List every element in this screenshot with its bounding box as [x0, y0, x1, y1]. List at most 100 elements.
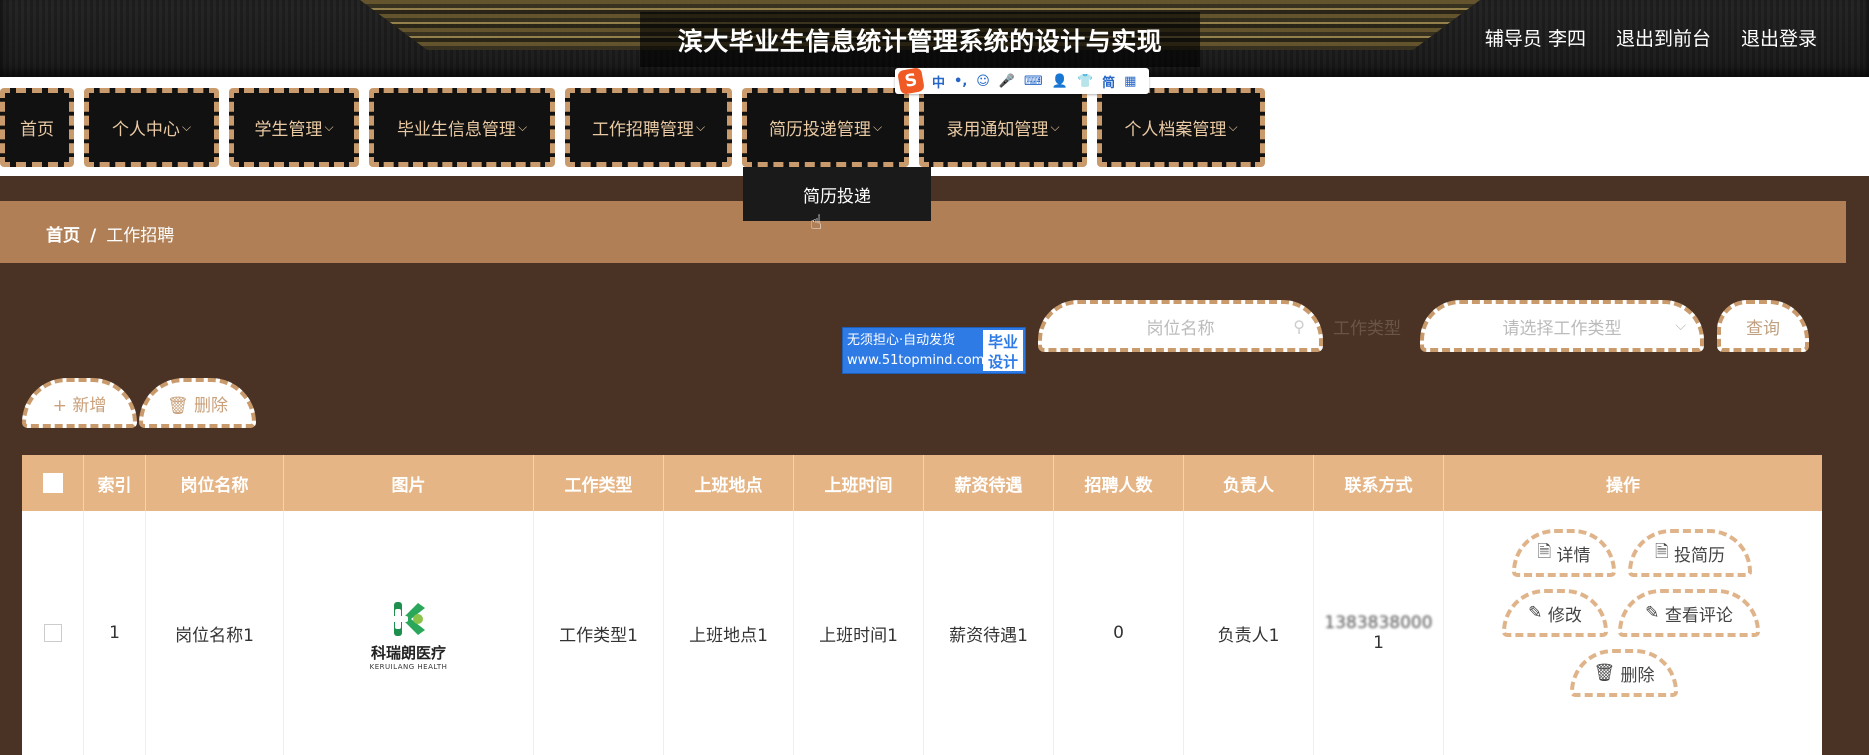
detail-button[interactable]: 🗎 详情: [1512, 529, 1616, 577]
dropdown-item-resume-delivery[interactable]: 简历投递: [743, 167, 931, 221]
col-salary: 薪资待遇: [924, 455, 1054, 511]
detail-label: 详情: [1556, 545, 1591, 566]
position-name-placeholder: 岗位名称: [1146, 318, 1215, 339]
position-name-search-input[interactable]: 岗位名称 ⚲: [1038, 300, 1323, 352]
contact-phone-cont: 1: [1373, 633, 1384, 653]
chevron-down-icon: ⌵: [695, 120, 706, 134]
trash-icon: 🗑: [1593, 663, 1621, 683]
breadcrumb-current: 工作招聘: [106, 226, 175, 246]
ime-keyboard-icon[interactable]: ⌨: [1024, 74, 1043, 89]
main-nav: 首页 个人中心 ⌵ 学生管理 ⌵ 毕业生信息管理 ⌵ 工作招聘管理 ⌵ 简历投递管理 ⌵ …: [0, 88, 1275, 167]
nav-label: 学生管理: [254, 120, 323, 140]
header-links: 辅导员 李四 退出到前台 退出登录: [1485, 24, 1817, 51]
back-to-front-link[interactable]: 退出到前台: [1616, 24, 1711, 51]
batch-delete-button[interactable]: 🗑 删除: [139, 378, 256, 428]
nav-item-home[interactable]: 首页: [0, 88, 74, 167]
col-manager: 负责人: [1184, 455, 1314, 511]
breadcrumb: 首页 / 工作招聘: [46, 221, 174, 246]
col-image: 图片: [284, 455, 534, 511]
nav-item-graduates[interactable]: 毕业生信息管理 ⌵: [369, 88, 555, 167]
ime-grid-icon[interactable]: ▦: [1124, 74, 1136, 89]
chevron-down-icon: ⌵: [181, 120, 192, 134]
ad-text: 无须担心·自动发货 www.51topmind.com: [843, 328, 985, 373]
nav-item-offer-notice[interactable]: 录用通知管理 ⌵: [919, 88, 1087, 167]
ime-simplified-icon[interactable]: 简: [1102, 72, 1115, 91]
kerui-logo-icon: [388, 601, 426, 636]
cell-headcount: 0: [1054, 511, 1184, 755]
ime-emoji-icon[interactable]: ☺: [976, 74, 990, 89]
edit-button[interactable]: ✎ 修改: [1502, 589, 1608, 637]
ime-skin-icon[interactable]: 👕: [1077, 74, 1093, 89]
job-type-label: 工作类型: [1333, 319, 1401, 339]
cell-job-type: 工作类型1: [534, 511, 664, 755]
col-index: 索引: [84, 455, 146, 511]
hand-cursor-icon: ☝: [810, 210, 823, 234]
delete-row-button[interactable]: 🗑 删除: [1570, 649, 1678, 697]
logout-link[interactable]: 退出登录: [1741, 24, 1817, 51]
ad-tag-line-1: 毕业: [987, 333, 1018, 351]
cell-manager: 负责人1: [1184, 511, 1314, 755]
submit-resume-button[interactable]: 🗎 投简历: [1628, 529, 1752, 577]
cell-operations: 🗎 详情 🗎 投简历 ✎ 修改 ✎ 查看评论 🗑 删除: [1444, 511, 1802, 755]
row-checkbox[interactable]: [43, 624, 62, 642]
nav-label: 毕业生信息管理: [396, 120, 516, 140]
ime-chinese-mode-icon[interactable]: 中: [932, 72, 945, 91]
ime-punctuation-icon[interactable]: •,: [954, 74, 967, 89]
top-header: 滨大毕业生信息统计管理系统的设计与实现 辅导员 李四 退出到前台 退出登录: [0, 0, 1869, 77]
nav-item-personal-center[interactable]: 个人中心 ⌵: [84, 88, 219, 167]
chevron-down-icon: ⌵: [872, 120, 883, 134]
document-icon: 🗎: [1654, 541, 1675, 562]
cell-time: 上班时间1: [794, 511, 924, 755]
nav-item-students[interactable]: 学生管理 ⌵: [229, 88, 359, 167]
ime-user-icon[interactable]: 👤: [1052, 74, 1068, 89]
cell-location: 上班地点1: [664, 511, 794, 755]
col-time: 上班时间: [794, 455, 924, 511]
logo-text-en: KERUILANG HEALTH: [369, 662, 448, 671]
col-operations: 操作: [1606, 475, 1640, 496]
job-type-select[interactable]: 请选择工作类型 ⌵: [1420, 300, 1704, 352]
nav-item-job-recruitment[interactable]: 工作招聘管理 ⌵: [565, 88, 732, 167]
job-table: 索引 岗位名称 图片 工作类型 上班地点 上班时间 薪资待遇 招聘人数 负责人 …: [22, 455, 1822, 755]
ad-tag-line-2: 设计: [987, 353, 1018, 371]
resume-label: 投简历: [1674, 545, 1726, 566]
query-button[interactable]: 查询: [1717, 300, 1809, 352]
breadcrumb-home[interactable]: 首页: [46, 226, 80, 246]
document-icon: 🗎: [1537, 541, 1557, 562]
nav-label: 录用通知管理: [946, 120, 1049, 140]
table-header: 索引 岗位名称 图片 工作类型 上班地点 上班时间 薪资待遇 招聘人数 负责人 …: [22, 455, 1822, 511]
ime-voice-icon[interactable]: 🎤: [999, 74, 1015, 89]
sogou-logo-icon[interactable]: S: [897, 67, 925, 95]
col-job-type: 工作类型: [534, 455, 664, 511]
delete-label: 删除: [1620, 665, 1655, 686]
nav-label: 简历投递管理: [768, 120, 871, 140]
nav-label: 首页: [20, 120, 54, 140]
col-headcount: 招聘人数: [1054, 455, 1184, 511]
ime-toolbar[interactable]: S 中 •, ☺ 🎤 ⌨ 👤 👕 简 ▦: [895, 67, 1149, 95]
ad-tag: 毕业 设计: [983, 330, 1023, 371]
chevron-down-icon: ⌵: [324, 120, 334, 134]
select-all-checkbox[interactable]: [42, 473, 63, 493]
nav-label: 个人档案管理: [1124, 120, 1227, 140]
user-role-label[interactable]: 辅导员 李四: [1485, 24, 1586, 51]
nav-item-personal-archive[interactable]: 个人档案管理 ⌵: [1097, 88, 1265, 167]
chevron-down-icon: ⌵: [1675, 318, 1686, 334]
cell-image: 科瑞朗医疗 KERUILANG HEALTH: [284, 511, 534, 755]
pencil-icon: ✎: [1528, 603, 1548, 623]
cell-position: 岗位名称1: [146, 511, 284, 755]
ad-line-2: www.51topmind.com: [847, 353, 985, 368]
cell-index: 1: [84, 511, 146, 755]
col-contact: 联系方式: [1314, 455, 1444, 511]
chevron-down-icon: ⌵: [517, 120, 528, 134]
ad-badge[interactable]: 无须担心·自动发货 www.51topmind.com 毕业 设计: [842, 327, 1026, 374]
app-title: 滨大毕业生信息统计管理系统的设计与实现: [677, 27, 1163, 56]
nav-item-resume-delivery[interactable]: 简历投递管理 ⌵: [742, 88, 909, 167]
edit-label: 修改: [1547, 605, 1582, 626]
add-button[interactable]: + 新增: [22, 378, 137, 428]
col-location: 上班地点: [664, 455, 794, 511]
breadcrumb-separator: /: [90, 226, 97, 246]
view-reviews-button[interactable]: ✎ 查看评论: [1618, 589, 1760, 637]
table-row: 1 岗位名称1 科瑞朗医疗 KERUILANG HEALTH 工作类型1 上班地…: [22, 511, 1822, 755]
row-checkbox-cell: [22, 511, 84, 755]
contact-phone: 1383838000: [1324, 613, 1433, 633]
reviews-label: 查看评论: [1664, 605, 1733, 626]
